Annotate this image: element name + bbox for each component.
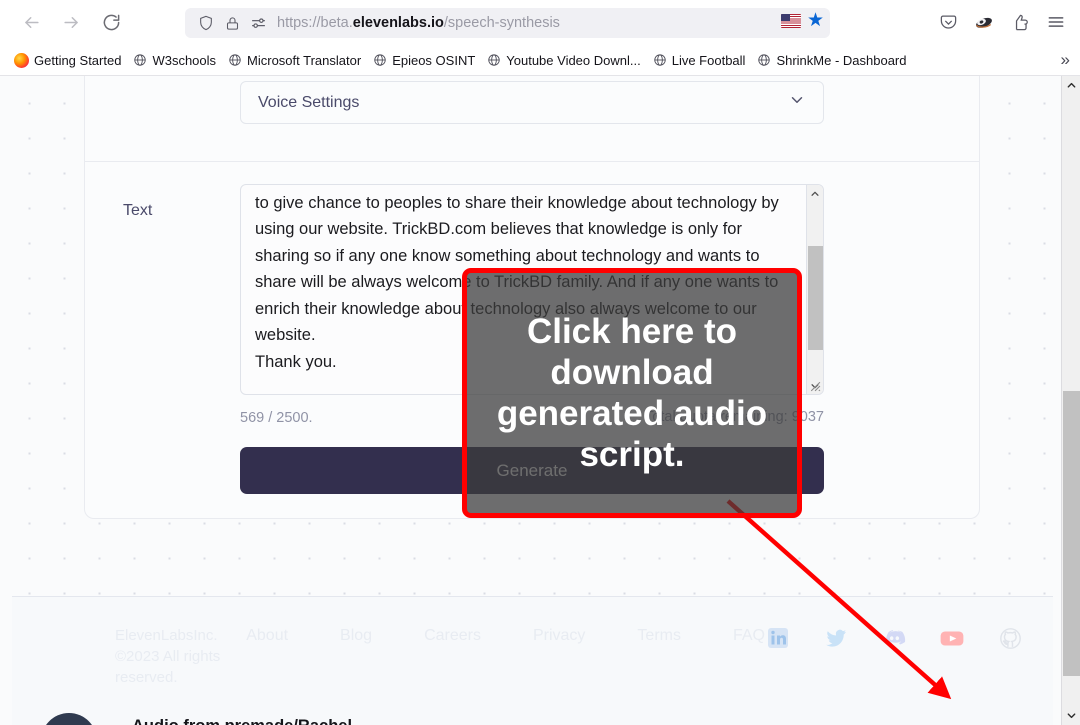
extension-icon[interactable] bbox=[968, 6, 1000, 38]
toolbar-actions bbox=[932, 6, 1072, 38]
textarea-resize-handle[interactable] bbox=[808, 379, 822, 393]
translate-flag-icon[interactable] bbox=[780, 13, 801, 28]
lock-icon[interactable] bbox=[219, 16, 245, 31]
annotation-callout: Click here to download generated audio s… bbox=[462, 268, 802, 518]
bookmark-label: Live Football bbox=[671, 52, 746, 68]
textarea-scrollbar[interactable] bbox=[806, 185, 823, 394]
container-tabs-icon[interactable] bbox=[1004, 6, 1036, 38]
annotation-arrow bbox=[726, 499, 952, 700]
bookmark-label: Epieos OSINT bbox=[392, 52, 476, 68]
footer-link-terms[interactable]: Terms bbox=[637, 627, 681, 645]
forward-button[interactable] bbox=[54, 6, 88, 40]
bookmark-label: Getting Started bbox=[34, 52, 122, 68]
page-scroll-up-icon[interactable] bbox=[1062, 76, 1080, 95]
address-bar-actions: ★ bbox=[780, 11, 824, 30]
globe-icon bbox=[373, 53, 387, 67]
bookmark-label: ShrinkMe - Dashboard bbox=[776, 52, 907, 68]
text-label: Text bbox=[123, 202, 153, 219]
back-button[interactable] bbox=[14, 6, 48, 40]
play-button[interactable] bbox=[41, 713, 97, 725]
bookmark-label: Youtube Video Downl... bbox=[506, 52, 641, 68]
bookmark-youtube-video-downloader[interactable]: Youtube Video Downl... bbox=[481, 50, 646, 71]
voice-settings-row: Voice Settings bbox=[85, 76, 979, 162]
forward-arrow-icon bbox=[62, 13, 81, 32]
chevron-down-icon bbox=[788, 91, 806, 114]
reload-button[interactable] bbox=[94, 6, 128, 40]
address-bar[interactable]: https://beta.elevenlabs.io/speech-synthe… bbox=[185, 8, 830, 38]
textarea-scroll-thumb[interactable] bbox=[808, 246, 823, 350]
back-arrow-icon bbox=[22, 13, 41, 32]
footer-link-careers[interactable]: Careers bbox=[424, 627, 481, 645]
bookmark-live-football[interactable]: Live Football bbox=[647, 50, 752, 71]
audio-title: Audio from premade/Rachel bbox=[132, 717, 352, 725]
bookmarks-overflow-button[interactable]: » bbox=[1061, 50, 1070, 70]
globe-icon bbox=[487, 53, 501, 67]
voice-settings-row-label bbox=[85, 76, 240, 92]
screenshot-root: https://beta.elevenlabs.io/speech-synthe… bbox=[0, 0, 1080, 725]
browser-toolbar: https://beta.elevenlabs.io/speech-synthe… bbox=[0, 0, 1080, 45]
bookmark-star-icon[interactable]: ★ bbox=[807, 11, 824, 30]
footer-copyright: ElevenLabsInc. ©2023 All rights reserved… bbox=[115, 627, 221, 686]
footer-link-privacy[interactable]: Privacy bbox=[533, 627, 585, 645]
footer-link-blog[interactable]: Blog bbox=[340, 627, 372, 645]
pocket-icon[interactable] bbox=[932, 6, 964, 38]
page-scroll-thumb[interactable] bbox=[1063, 391, 1080, 676]
shield-icon[interactable] bbox=[193, 15, 219, 31]
scroll-up-icon[interactable] bbox=[807, 185, 824, 202]
annotation-callout-text: Click here to download generated audio s… bbox=[496, 312, 768, 474]
permissions-icon[interactable] bbox=[245, 15, 271, 32]
bookmark-label: Microsoft Translator bbox=[247, 52, 362, 68]
character-count: 569 / 2500. bbox=[240, 410, 313, 426]
bookmark-label: W3schools bbox=[152, 52, 217, 68]
voice-settings-accordion[interactable]: Voice Settings bbox=[240, 81, 824, 124]
url-text: https://beta.elevenlabs.io/speech-synthe… bbox=[277, 15, 560, 31]
globe-icon bbox=[133, 53, 147, 67]
app-menu-icon[interactable] bbox=[1040, 6, 1072, 38]
bookmarks-bar: Getting Started W3schools Microsoft Tran… bbox=[0, 45, 1080, 76]
page-scrollbar[interactable] bbox=[1061, 76, 1080, 725]
bookmark-shrinkme-dashboard[interactable]: ShrinkMe - Dashboard bbox=[751, 50, 912, 71]
reload-icon bbox=[102, 13, 121, 32]
bookmark-w3schools[interactable]: W3schools bbox=[127, 50, 222, 71]
github-icon[interactable] bbox=[997, 625, 1023, 651]
bookmark-epieos-osint[interactable]: Epieos OSINT bbox=[367, 50, 481, 71]
bookmark-microsoft-translator[interactable]: Microsoft Translator bbox=[222, 50, 367, 71]
globe-icon bbox=[228, 53, 242, 67]
page-scroll-down-icon[interactable] bbox=[1062, 706, 1080, 725]
globe-icon bbox=[757, 53, 771, 67]
footer-link-about[interactable]: About bbox=[246, 627, 288, 645]
globe-icon bbox=[653, 53, 667, 67]
footer-links: About Blog Careers Privacy Terms FAQ bbox=[246, 627, 765, 645]
page-viewport: Voice Settings Text registration. Our ta… bbox=[0, 76, 1080, 725]
bookmark-getting-started[interactable]: Getting Started bbox=[8, 50, 127, 71]
voice-settings-label: Voice Settings bbox=[258, 93, 360, 111]
firefox-icon bbox=[14, 52, 29, 68]
